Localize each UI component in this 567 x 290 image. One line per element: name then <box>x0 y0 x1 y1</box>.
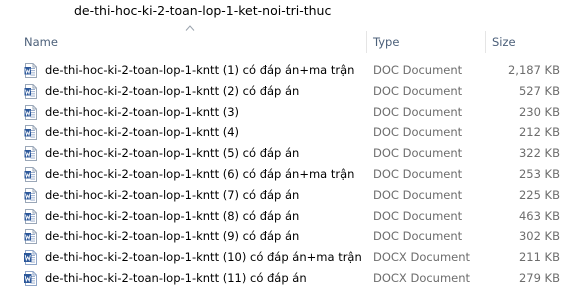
file-size: 463 KB <box>518 208 560 223</box>
word-docx-icon <box>24 250 37 266</box>
file-name: de-thi-hoc-ki-2-toan-lop-1-kntt (8) có đ… <box>45 208 300 223</box>
word-doc-icon <box>24 83 37 99</box>
file-name: de-thi-hoc-ki-2-toan-lop-1-kntt (6) có đ… <box>45 166 355 181</box>
file-size: 322 KB <box>518 146 560 161</box>
file-name: de-thi-hoc-ki-2-toan-lop-1-kntt (11) có … <box>45 270 307 285</box>
file-size: 230 KB <box>518 104 560 119</box>
file-row[interactable]: de-thi-hoc-ki-2-toan-lop-1-kntt (7) có đ… <box>0 185 567 206</box>
column-header-row: Name Type Size <box>0 31 567 53</box>
file-row[interactable]: de-thi-hoc-ki-2-toan-lop-1-kntt (9) có đ… <box>0 226 567 247</box>
file-size: 302 KB <box>518 229 560 244</box>
word-doc-icon <box>24 166 37 182</box>
file-size: 527 KB <box>518 83 560 98</box>
file-name: de-thi-hoc-ki-2-toan-lop-1-kntt (2) có đ… <box>45 83 300 98</box>
word-doc-icon <box>24 146 37 162</box>
file-type: DOC Document <box>373 229 463 244</box>
file-row[interactable]: de-thi-hoc-ki-2-toan-lop-1-kntt (4) DOC D… <box>0 122 567 143</box>
file-row[interactable]: de-thi-hoc-ki-2-toan-lop-1-kntt (5) có đ… <box>0 143 567 164</box>
word-docx-icon <box>24 270 37 286</box>
file-name: de-thi-hoc-ki-2-toan-lop-1-kntt (7) có đ… <box>45 187 300 202</box>
file-row[interactable]: de-thi-hoc-ki-2-toan-lop-1-kntt (10) có … <box>0 247 567 268</box>
file-row[interactable]: de-thi-hoc-ki-2-toan-lop-1-kntt (1) có đ… <box>0 60 567 81</box>
file-size: 212 KB <box>518 125 560 140</box>
file-type: DOC Document <box>373 83 463 98</box>
folder-title: de-thi-hoc-ki-2-toan-lop-1-ket-noi-tri-t… <box>74 3 332 18</box>
file-type: DOC Document <box>373 125 463 140</box>
word-doc-icon <box>24 63 37 78</box>
word-doc-icon <box>24 229 37 245</box>
file-type: DOC Document <box>373 146 463 161</box>
word-doc-icon <box>24 125 37 141</box>
file-row[interactable]: de-thi-hoc-ki-2-toan-lop-1-kntt (2) có đ… <box>0 81 567 102</box>
column-divider[interactable] <box>485 31 486 53</box>
file-size: 253 KB <box>518 166 560 181</box>
word-doc-icon <box>24 104 37 120</box>
file-name: de-thi-hoc-ki-2-toan-lop-1-kntt (1) có đ… <box>45 63 355 77</box>
file-row[interactable]: de-thi-hoc-ki-2-toan-lop-1-kntt (3) DOC D… <box>0 102 567 123</box>
file-name: de-thi-hoc-ki-2-toan-lop-1-kntt (4) <box>45 125 240 140</box>
file-size: 279 KB <box>518 270 560 285</box>
file-name: de-thi-hoc-ki-2-toan-lop-1-kntt (5) có đ… <box>45 146 300 161</box>
file-size: 225 KB <box>518 187 560 202</box>
file-row[interactable]: de-thi-hoc-ki-2-toan-lop-1-kntt (6) có đ… <box>0 164 567 185</box>
file-name: de-thi-hoc-ki-2-toan-lop-1-kntt (10) có … <box>45 250 362 265</box>
word-doc-icon <box>24 187 37 203</box>
file-type: DOC Document <box>373 208 463 223</box>
word-doc-icon <box>24 208 37 224</box>
file-type: DOC Document <box>373 166 463 181</box>
file-name: de-thi-hoc-ki-2-toan-lop-1-kntt (3) <box>45 104 240 119</box>
file-size: 211 KB <box>518 250 560 265</box>
column-header-name[interactable]: Name <box>24 31 58 53</box>
column-header-size[interactable]: Size <box>492 31 516 53</box>
file-name: de-thi-hoc-ki-2-toan-lop-1-kntt (9) có đ… <box>45 229 300 244</box>
file-row[interactable]: de-thi-hoc-ki-2-toan-lop-1-kntt (11) có … <box>0 268 567 289</box>
file-type: DOC Document <box>373 187 463 202</box>
file-type: DOC Document <box>373 63 463 77</box>
column-divider[interactable] <box>366 31 367 53</box>
column-header-type[interactable]: Type <box>373 31 399 53</box>
file-type: DOC Document <box>373 104 463 119</box>
file-list: de-thi-hoc-ki-2-toan-lop-1-kntt (1) có đ… <box>0 60 567 289</box>
file-size: 2,187 KB <box>507 63 560 77</box>
file-type: DOCX Document <box>373 250 471 265</box>
file-row[interactable]: de-thi-hoc-ki-2-toan-lop-1-kntt (8) có đ… <box>0 206 567 227</box>
file-type: DOCX Document <box>373 270 471 285</box>
